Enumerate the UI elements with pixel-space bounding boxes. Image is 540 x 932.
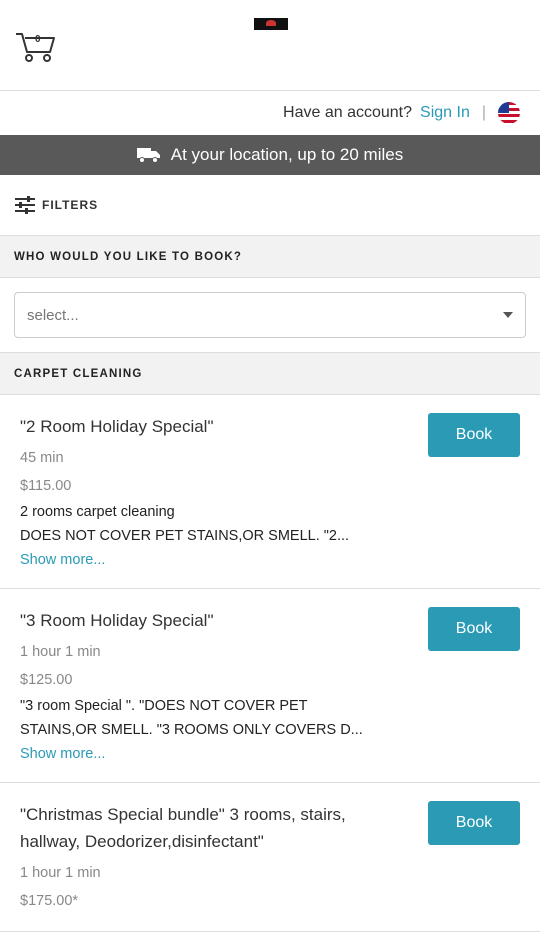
service-duration: 1 hour 1 min (20, 644, 101, 660)
service-description-line: STAINS,OR SMELL. "3 ROOMS ONLY COVERS D.… (20, 722, 363, 738)
sign-in-link[interactable]: Sign In (420, 104, 470, 122)
service-item: "Christmas Special bundle" 3 rooms, stai… (0, 783, 540, 932)
service-description-line: DOES NOT COVER PET STAINS,OR SMELL. "2..… (20, 528, 350, 544)
account-row: Have an account? Sign In | (0, 91, 540, 135)
truck-icon (136, 148, 160, 163)
separator: | (481, 104, 486, 121)
location-text: At your location, up to 20 miles (170, 145, 404, 164)
staff-select-wrap: select... (0, 278, 540, 353)
location-bar: At your location, up to 20 miles (0, 135, 540, 175)
service-title: "2 Room Holiday Special" (20, 417, 214, 436)
show-more-link[interactable]: Show more... (20, 548, 400, 572)
service-duration: 1 hour 1 min (20, 865, 101, 881)
account-question: Have an account? (283, 104, 413, 121)
service-item: "2 Room Holiday Special" 45 min $115.00 … (0, 395, 540, 589)
service-duration: 45 min (20, 450, 64, 466)
service-title: "3 Room Holiday Special" (20, 611, 214, 630)
us-flag-icon[interactable] (498, 102, 520, 124)
category-heading: CARPET CLEANING (0, 353, 540, 395)
logo[interactable] (254, 18, 288, 30)
staff-select[interactable]: select... (14, 292, 526, 338)
cart-button[interactable]: 0 (14, 30, 58, 64)
top-bar: 0 (0, 0, 540, 91)
filters-toggle[interactable]: FILTERS (0, 175, 540, 236)
sliders-icon (15, 196, 35, 214)
book-button[interactable]: Book (428, 413, 520, 457)
cart-count: 0 (35, 34, 41, 45)
book-button[interactable]: Book (428, 801, 520, 845)
booking-heading: WHO WOULD YOU LIKE TO BOOK? (0, 236, 540, 278)
chevron-down-icon (503, 312, 513, 318)
book-button[interactable]: Book (428, 607, 520, 651)
service-price: $115.00 (20, 478, 72, 494)
staff-select-value: select... (27, 306, 79, 324)
service-description-line: "3 room Special ". "DOES NOT COVER PET (20, 698, 308, 714)
show-more-link[interactable]: Show more... (20, 742, 400, 766)
service-description-line: 2 rooms carpet cleaning (20, 504, 175, 520)
filters-label: FILTERS (42, 198, 99, 212)
service-item: "3 Room Holiday Special" 1 hour 1 min $1… (0, 589, 540, 783)
service-price: $125.00 (20, 672, 73, 688)
service-price: $175.00* (20, 893, 79, 909)
service-title: "Christmas Special bundle" 3 rooms, stai… (20, 805, 346, 851)
